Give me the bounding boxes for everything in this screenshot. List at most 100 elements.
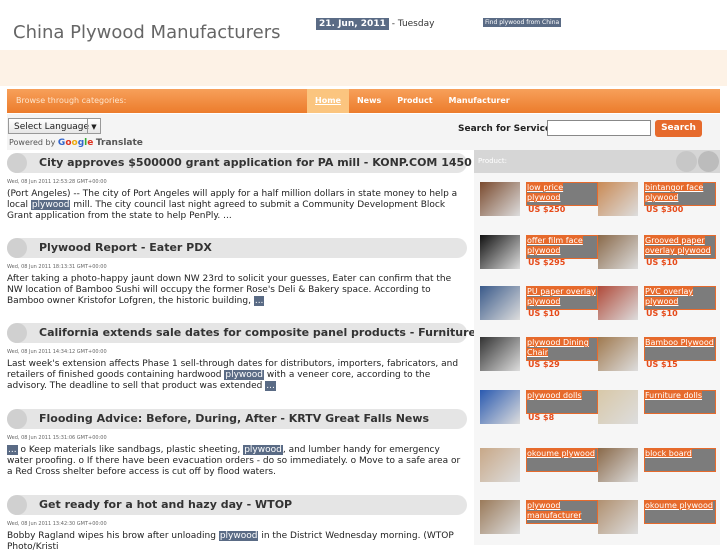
product-price: US $295 — [528, 258, 566, 267]
product-thumbnail[interactable] — [598, 286, 638, 320]
read-more-link[interactable]: ... — [265, 381, 276, 391]
article-date: Wed, 08 Jun 2011 13:42:30 GMT+00:00 — [7, 521, 107, 527]
article-body: After taking a photo-happy jaunt down NW… — [7, 274, 452, 306]
product-thumbnail[interactable] — [598, 448, 638, 482]
article-title[interactable]: California extends sale dates for compos… — [39, 326, 516, 339]
language-select-label: Select Language — [14, 122, 90, 132]
product-name-link[interactable]: okoume plywood — [526, 448, 598, 472]
product-card[interactable]: PU paper overlay plywood US $10 — [480, 286, 600, 326]
product-name-link[interactable]: okoume plywood — [644, 500, 716, 524]
article-title[interactable]: Flooding Advice: Before, During, After -… — [39, 412, 429, 425]
search-input[interactable] — [547, 120, 651, 136]
product-name-link[interactable]: plywood Dining Chair — [526, 337, 598, 361]
product-thumbnail[interactable] — [598, 500, 638, 534]
product-thumbnail[interactable] — [480, 182, 520, 216]
product-thumbnail[interactable] — [480, 286, 520, 320]
product-price: US $15 — [646, 360, 678, 369]
article-header: City approves $500000 grant application … — [7, 153, 472, 173]
article-header: Get ready for a hot and hazy day - WTOP — [7, 495, 467, 515]
product-thumbnail[interactable] — [598, 235, 638, 269]
main-menu: Home News Product Manufacturer — [307, 89, 518, 113]
article-header: Flooding Advice: Before, During, After -… — [7, 409, 467, 429]
circle-decoration-icon — [698, 151, 719, 172]
product-name-link[interactable]: PVC overlay plywood — [644, 286, 716, 310]
product-card[interactable]: bintangor face plywood US $300 — [598, 182, 718, 222]
bullet-icon — [7, 323, 27, 343]
product-thumbnail[interactable] — [480, 390, 520, 424]
product-thumbnail[interactable] — [598, 182, 638, 216]
product-price: US $250 — [528, 205, 566, 214]
menu-item-news[interactable]: News — [349, 89, 389, 113]
keyword-highlight[interactable]: plywood — [30, 200, 71, 210]
sidebar-header: Product: — [474, 150, 720, 173]
language-select[interactable]: Select Language ▼ — [8, 118, 101, 134]
bullet-icon — [7, 238, 27, 258]
browse-label: Browse through categories: — [16, 96, 127, 105]
news-article: California extends sale dates for compos… — [7, 323, 516, 392]
product-price: US $10 — [646, 258, 678, 267]
keyword-highlight[interactable]: plywood — [218, 531, 259, 541]
article-date: Wed, 08 Jun 2011 12:53:28 GMT+00:00 — [7, 179, 107, 185]
keyword-highlight[interactable]: plywood — [243, 445, 283, 455]
product-card[interactable]: okoume plywood — [598, 500, 718, 540]
product-name-link[interactable]: bintangor face plywood — [644, 182, 716, 206]
product-name-link[interactable]: Bamboo Plywood — [644, 337, 716, 361]
menu-item-product[interactable]: Product — [389, 89, 440, 113]
article-title[interactable]: Get ready for a hot and hazy day - WTOP — [39, 498, 292, 511]
product-card[interactable]: offer film face plywood US $295 — [480, 235, 600, 275]
product-name-link[interactable]: plywood dolls — [526, 390, 598, 414]
product-thumbnail[interactable] — [598, 390, 638, 424]
product-thumbnail[interactable] — [480, 337, 520, 371]
site-title[interactable]: China Plywood Manufacturers — [13, 22, 281, 43]
bullet-icon — [7, 495, 27, 515]
product-name-link[interactable]: Furniture dolls — [644, 390, 716, 414]
product-card[interactable]: Bamboo Plywood US $15 — [598, 337, 718, 377]
article-title[interactable]: Plywood Report - Eater PDX — [39, 241, 212, 254]
menu-item-home[interactable]: Home — [307, 89, 349, 113]
product-card[interactable]: Grooved paper overlay plywood US $10 — [598, 235, 718, 275]
product-card[interactable]: plywood Dining Chair US $29 — [480, 337, 600, 377]
product-card[interactable]: PVC overlay plywood US $10 — [598, 286, 718, 326]
product-price: US $29 — [528, 360, 560, 369]
product-price: US $8 — [528, 413, 555, 422]
product-card[interactable]: block board — [598, 448, 718, 488]
read-more-link[interactable]: ... — [7, 445, 18, 455]
powered-by-google-translate[interactable]: Powered by Google Translate — [9, 138, 143, 148]
search-button[interactable]: Search — [655, 120, 702, 137]
keyword-highlight[interactable]: plywood — [224, 370, 265, 380]
news-article: Plywood Report - Eater PDX Wed, 08 Jun 2… — [7, 238, 467, 307]
article-date: Wed, 08 Jun 2011 18:13:31 GMT+00:00 — [7, 264, 107, 270]
top-link[interactable]: Find plywood from China — [483, 18, 562, 27]
product-name-link[interactable]: block board — [644, 448, 716, 472]
header-band — [0, 50, 727, 86]
product-price: US $10 — [528, 309, 560, 318]
product-card[interactable]: plywood dolls US $8 — [480, 390, 600, 430]
product-name-link[interactable]: offer film face plywood — [526, 235, 598, 259]
product-card[interactable]: okoume plywood — [480, 448, 600, 488]
product-thumbnail[interactable] — [480, 235, 520, 269]
circle-decoration-icon — [676, 151, 697, 172]
product-name-link[interactable]: Grooved paper overlay plywood — [644, 235, 716, 259]
product-thumbnail[interactable] — [480, 500, 520, 534]
read-more-link[interactable]: ... — [253, 296, 265, 306]
product-name-link[interactable]: plywood manufacturer — [526, 500, 598, 524]
product-thumbnail[interactable] — [480, 448, 520, 482]
product-name-link[interactable]: low price plywood — [526, 182, 598, 206]
category-navbar: Browse through categories: Home News Pro… — [7, 89, 720, 113]
menu-item-manufacturer[interactable]: Manufacturer — [441, 89, 518, 113]
product-thumbnail[interactable] — [598, 337, 638, 371]
google-logo: Google — [57, 138, 94, 148]
product-card[interactable]: Furniture dolls — [598, 390, 718, 430]
article-body: Bobby Ragland wipes his brow after unloa… — [7, 531, 454, 552]
product-price: US $300 — [646, 205, 684, 214]
product-card[interactable]: low price plywood US $250 — [480, 182, 600, 222]
search-label: Search for Services: — [458, 124, 561, 134]
weekday-value: - Tuesday — [388, 19, 435, 29]
article-title[interactable]: City approves $500000 grant application … — [39, 156, 472, 169]
article-header: California extends sale dates for compos… — [7, 323, 516, 343]
article-header: Plywood Report - Eater PDX — [7, 238, 467, 258]
product-card[interactable]: plywood manufacturer — [480, 500, 600, 540]
chevron-down-icon[interactable]: ▼ — [87, 119, 100, 133]
article-body: Last week's extension affects Phase 1 se… — [7, 359, 459, 391]
product-name-link[interactable]: PU paper overlay plywood — [526, 286, 598, 310]
